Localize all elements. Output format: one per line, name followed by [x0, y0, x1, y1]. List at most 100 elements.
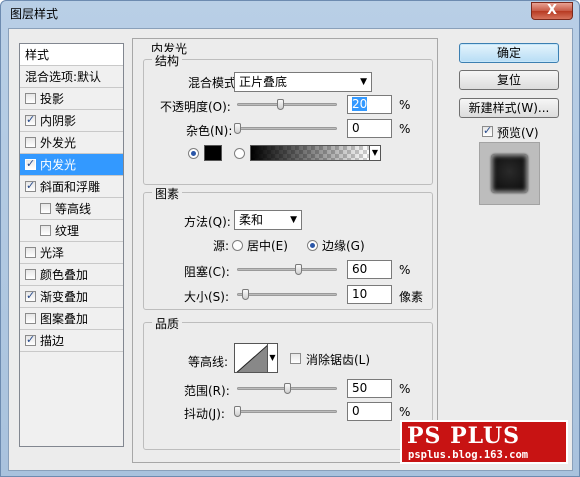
choke-value: 60 — [352, 262, 368, 276]
style-checkbox[interactable] — [25, 179, 36, 192]
watermark-main-text: PS PLUS — [407, 423, 520, 449]
style-item[interactable]: 投影 — [20, 88, 123, 110]
style-checkbox[interactable] — [25, 247, 36, 258]
noise-input[interactable]: 0 — [347, 119, 392, 138]
opacity-slider-thumb[interactable] — [277, 99, 284, 110]
noise-unit: % — [399, 122, 411, 136]
style-preview — [479, 142, 540, 205]
preview-label: 预览(V) — [497, 126, 539, 140]
size-slider-thumb[interactable] — [242, 289, 249, 300]
ok-button[interactable]: 确定 — [459, 43, 559, 63]
style-checkbox[interactable] — [25, 313, 36, 324]
blend-mode-select[interactable]: 正片叠底 ▼ — [234, 72, 372, 92]
range-slider-thumb[interactable] — [284, 383, 291, 394]
style-checkbox[interactable] — [25, 157, 36, 170]
opacity-input[interactable]: 20 — [347, 95, 392, 114]
gradient-dropdown-icon[interactable]: ▼ — [369, 145, 381, 161]
choke-slider-thumb[interactable] — [295, 264, 302, 275]
styles-list-header[interactable]: 样式 — [20, 44, 123, 66]
style-item-label: 内发光 — [40, 158, 77, 172]
jitter-unit: % — [399, 405, 411, 419]
style-item-label: 等高线 — [55, 202, 92, 216]
range-input[interactable]: 50 — [347, 379, 392, 398]
style-item[interactable]: 图案叠加 — [20, 308, 123, 330]
style-item-label: 渐变叠加 — [40, 290, 89, 304]
contour-dropdown-icon[interactable]: ▼ — [268, 343, 278, 373]
jitter-slider-thumb[interactable] — [234, 406, 241, 417]
blending-options-label: 混合选项:默认 — [25, 70, 102, 84]
glow-gradient-swatch[interactable] — [250, 145, 370, 161]
style-checkbox[interactable] — [25, 93, 36, 104]
style-checkbox[interactable] — [25, 289, 36, 302]
contour-label: 等高线: — [188, 355, 229, 369]
gradient-radio[interactable] — [234, 148, 245, 159]
jitter-input[interactable]: 0 — [347, 402, 392, 421]
close-button[interactable]: X — [531, 2, 573, 20]
style-item[interactable]: 光泽 — [20, 242, 123, 264]
structure-group: 结构 混合模式: 正片叠底 ▼ 不透明度(O): 20 % 杂色(N): 0 %… — [143, 52, 433, 185]
technique-select[interactable]: 柔和 ▼ — [234, 210, 302, 230]
source-center-radio[interactable] — [232, 240, 243, 251]
size-value: 10 — [352, 287, 368, 301]
elements-title: 图素 — [152, 185, 183, 202]
opacity-unit: % — [399, 98, 411, 112]
elements-group: 图素 方法(Q): 柔和 ▼ 源: 居中(E) 边缘(G) 阻塞(C): 60 … — [143, 185, 433, 310]
style-checkbox[interactable] — [25, 269, 36, 280]
choke-slider[interactable] — [237, 268, 337, 271]
style-item[interactable]: 描边 — [20, 330, 123, 352]
style-checkbox[interactable] — [25, 137, 36, 148]
style-checkbox[interactable] — [40, 203, 51, 214]
style-item[interactable]: 颜色叠加 — [20, 264, 123, 286]
layer-style-dialog: 图层样式 X 样式 混合选项:默认 投影内阴影外发光内发光斜面和浮雕等高线纹理光… — [0, 0, 580, 477]
style-item[interactable]: 纹理 — [20, 220, 123, 242]
style-item[interactable]: 内发光 — [20, 154, 123, 176]
jitter-label: 抖动(J): — [184, 407, 225, 421]
style-checkbox[interactable] — [25, 333, 36, 346]
preview-thumbnail — [491, 154, 528, 193]
jitter-value: 0 — [352, 404, 360, 418]
noise-slider[interactable] — [237, 127, 337, 130]
chevron-down-icon: ▼ — [360, 77, 367, 87]
style-checkbox[interactable] — [25, 113, 36, 126]
contour-curve-icon — [236, 345, 267, 372]
range-unit: % — [399, 382, 411, 396]
style-checkbox[interactable] — [40, 225, 51, 236]
title-bar[interactable]: 图层样式 X — [1, 1, 579, 25]
solid-color-radio[interactable] — [188, 148, 199, 159]
choke-input[interactable]: 60 — [347, 260, 392, 279]
blend-mode-value: 正片叠底 — [239, 75, 288, 89]
style-item[interactable]: 斜面和浮雕 — [20, 176, 123, 198]
size-input[interactable]: 10 — [347, 285, 392, 304]
anti-alias-label: 消除锯齿(L) — [306, 353, 371, 367]
technique-label: 方法(Q): — [184, 215, 231, 229]
inner-glow-panel: 内发光 结构 混合模式: 正片叠底 ▼ 不透明度(O): 20 % 杂色(N): — [132, 38, 438, 463]
style-item-label: 光泽 — [40, 246, 65, 260]
style-item[interactable]: 渐变叠加 — [20, 286, 123, 308]
style-item-label: 颜色叠加 — [40, 268, 89, 282]
reset-button[interactable]: 复位 — [459, 70, 559, 90]
choke-unit: % — [399, 263, 411, 277]
style-item[interactable]: 等高线 — [20, 198, 123, 220]
dialog-client-area: 样式 混合选项:默认 投影内阴影外发光内发光斜面和浮雕等高线纹理光泽颜色叠加渐变… — [8, 28, 573, 471]
style-item[interactable]: 外发光 — [20, 132, 123, 154]
contour-picker[interactable] — [234, 343, 268, 373]
glow-color-swatch[interactable] — [204, 145, 222, 161]
watermark-url: psplus.blog.163.com — [408, 449, 529, 461]
watermark-logo: PS PLUS psplus.blog.163.com — [400, 420, 568, 464]
style-item[interactable]: 内阴影 — [20, 110, 123, 132]
jitter-slider[interactable] — [237, 410, 337, 413]
anti-alias-checkbox[interactable] — [290, 353, 301, 364]
structure-title: 结构 — [152, 52, 183, 69]
source-edge-label: 边缘(G) — [322, 239, 365, 253]
opacity-slider[interactable] — [237, 103, 337, 106]
size-slider[interactable] — [237, 293, 337, 296]
source-edge-radio[interactable] — [307, 240, 318, 251]
source-label: 源: — [213, 239, 230, 253]
styles-list: 样式 混合选项:默认 投影内阴影外发光内发光斜面和浮雕等高线纹理光泽颜色叠加渐变… — [19, 43, 124, 447]
new-style-button[interactable]: 新建样式(W)... — [459, 98, 559, 118]
chevron-down-icon: ▼ — [290, 215, 297, 225]
preview-checkbox[interactable] — [482, 124, 493, 137]
blending-options-item[interactable]: 混合选项:默认 — [20, 66, 123, 88]
quality-title: 品质 — [152, 315, 183, 332]
noise-slider-thumb[interactable] — [234, 123, 241, 134]
